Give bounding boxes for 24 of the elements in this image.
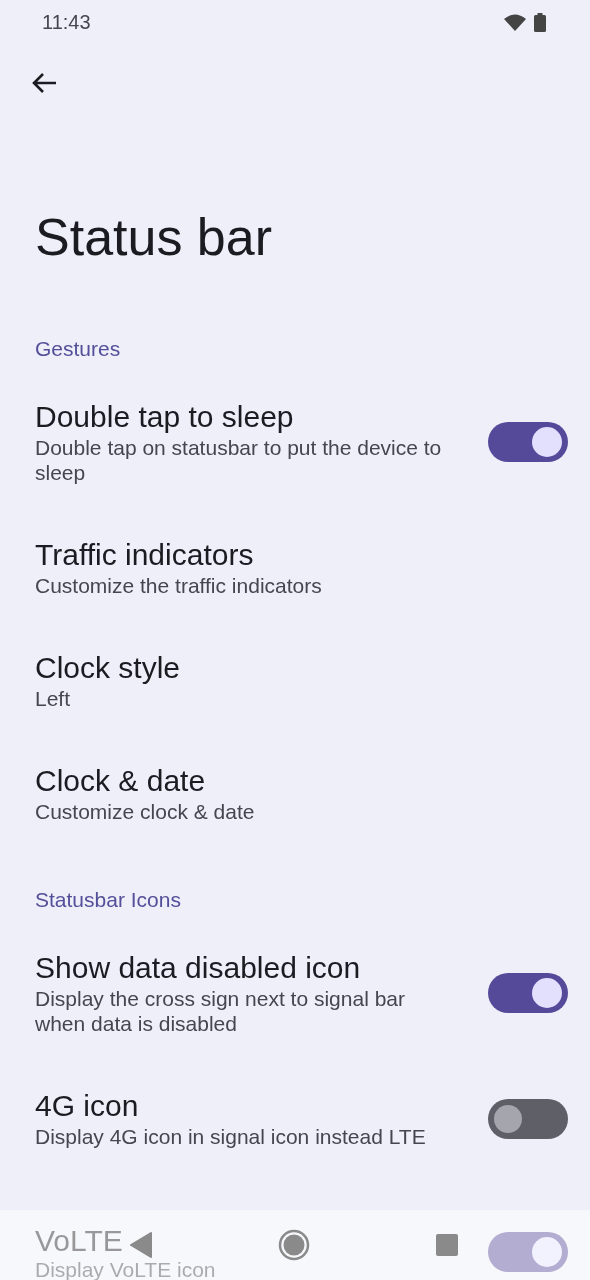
wifi-icon [504, 13, 526, 31]
page-title: Status bar [35, 207, 274, 267]
setting-summary: Display the cross sign next to signal bar when data is disabled [35, 986, 406, 1036]
setting-title: Clock & date [35, 763, 206, 799]
setting-title: Double tap to sleep [35, 399, 294, 435]
setting-summary: Customize the traffic indicators [35, 573, 322, 598]
setting-summary: Left [35, 686, 71, 711]
setting-title: VoLTE [35, 1223, 123, 1259]
clock-time: 11:43 [42, 10, 91, 35]
toggle-switch[interactable] [488, 973, 568, 1013]
setting-title: Clock style [35, 650, 181, 686]
setting-summary: Customize clock & date [35, 799, 255, 824]
setting-summary: Double tap on statusbar to put the device to sleep [35, 435, 443, 485]
setting-summary: Display 4G icon in signal icon instead LTE [35, 1124, 426, 1149]
setting-title: 4G icon [35, 1088, 139, 1124]
home-button[interactable] [278, 1229, 310, 1261]
section-header: Statusbar Icons [35, 888, 182, 912]
section-header: Gestures [35, 337, 122, 361]
toggle-switch[interactable] [488, 422, 568, 462]
setting-title: Show data disabled icon [35, 950, 361, 986]
battery-icon [534, 12, 546, 32]
toggle-switch[interactable] [488, 1231, 568, 1272]
setting-title: Traffic indicators [35, 537, 254, 573]
toggle-switch[interactable] [488, 1098, 568, 1139]
